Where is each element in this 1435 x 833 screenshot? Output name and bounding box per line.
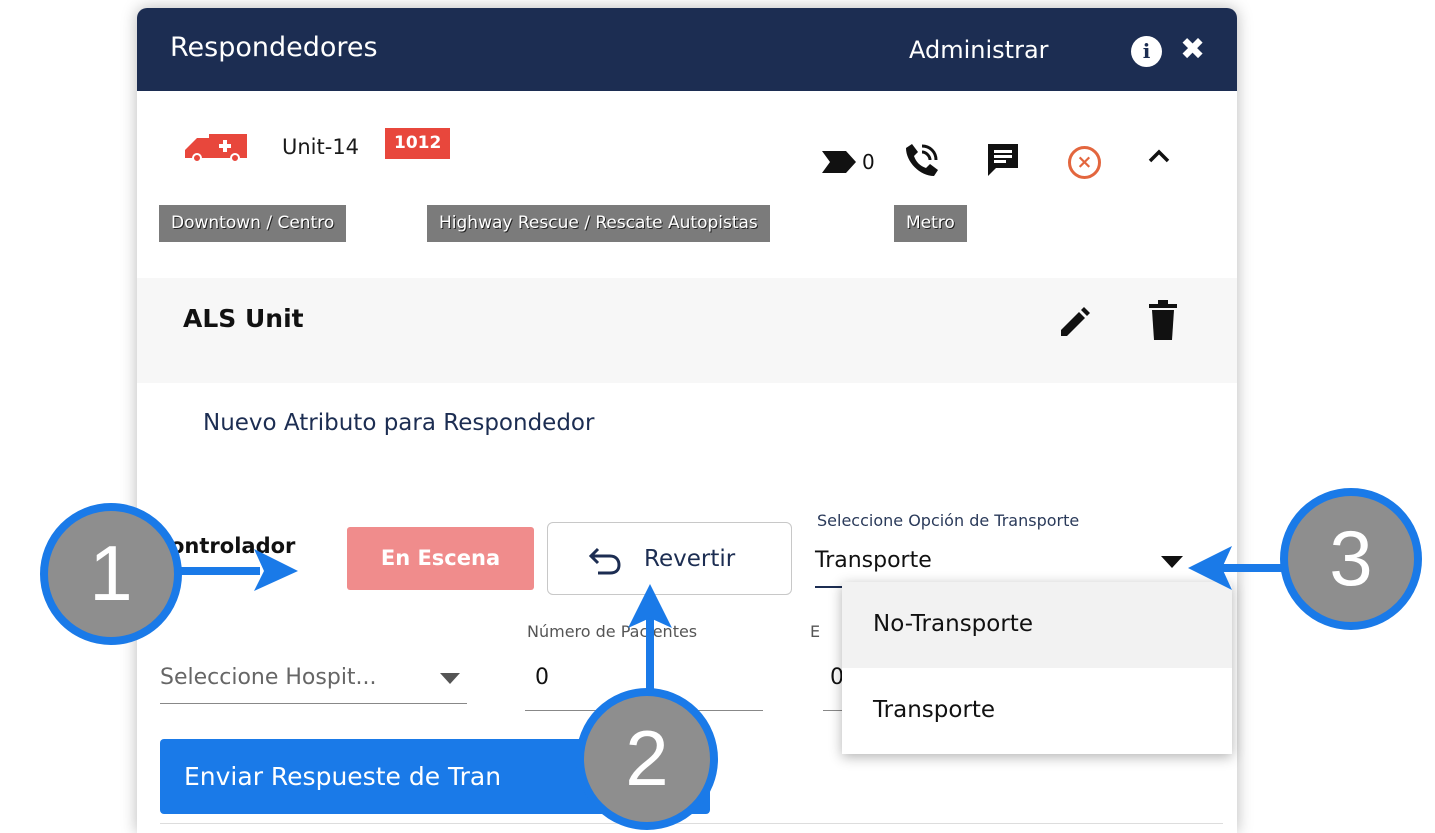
- message-count: 0: [862, 150, 875, 174]
- tag-highway-rescue: Highway Rescue / Rescate Autopistas: [427, 205, 770, 242]
- chevron-up-icon[interactable]: [1148, 148, 1170, 167]
- cancel-icon[interactable]: ×: [1068, 146, 1101, 179]
- hospital-caret-down-icon[interactable]: [440, 669, 460, 688]
- undo-icon: [588, 547, 622, 581]
- callout-2: 2: [576, 688, 718, 830]
- edit-icon[interactable]: [1057, 306, 1091, 344]
- panel-title: Respondedores: [170, 32, 378, 63]
- chat-icon[interactable]: [986, 142, 1020, 182]
- admin-link[interactable]: Administrar: [909, 36, 1049, 64]
- panel-header: Respondedores Administrar i ✖: [137, 8, 1237, 91]
- trash-icon[interactable]: [1149, 300, 1177, 344]
- tag-downtown: Downtown / Centro: [159, 205, 347, 242]
- unit-code-badge: 1012: [385, 128, 451, 159]
- on-scene-button[interactable]: En Escena: [347, 527, 534, 590]
- hospital-select-underline: [160, 703, 467, 704]
- ambulance-icon: [183, 132, 249, 166]
- new-attribute-link[interactable]: Nuevo Atributo para Respondedor: [203, 410, 594, 436]
- third-field-label: E: [810, 622, 821, 641]
- revert-button-label: Revertir: [644, 546, 736, 572]
- transport-options-menu: No-Transporte Transporte: [842, 582, 1232, 754]
- unit-type-title: ALS Unit: [183, 304, 304, 333]
- divider: [160, 823, 1223, 824]
- arrow-right: [168, 549, 298, 591]
- transport-select-label: Seleccione Opción de Transporte: [817, 511, 1080, 530]
- hospital-select[interactable]: Seleccione Hospit...: [160, 665, 377, 690]
- caret-down-icon[interactable]: [1161, 553, 1183, 572]
- option-no-transport[interactable]: No-Transporte: [842, 582, 1232, 668]
- patients-input[interactable]: 0: [535, 665, 549, 690]
- arrow-up: [628, 584, 672, 692]
- unit-name: Unit-14: [282, 135, 360, 159]
- info-icon[interactable]: i: [1131, 36, 1162, 67]
- option-transport[interactable]: Transporte: [842, 668, 1232, 754]
- callout-1: 1: [40, 503, 182, 645]
- callout-3: 3: [1280, 488, 1422, 630]
- tag-metro: Metro: [894, 205, 967, 242]
- phone-icon[interactable]: [904, 142, 940, 182]
- close-icon[interactable]: ✖: [1180, 32, 1205, 67]
- message-tag-icon: [822, 151, 856, 177]
- transport-select[interactable]: Transporte: [815, 548, 932, 573]
